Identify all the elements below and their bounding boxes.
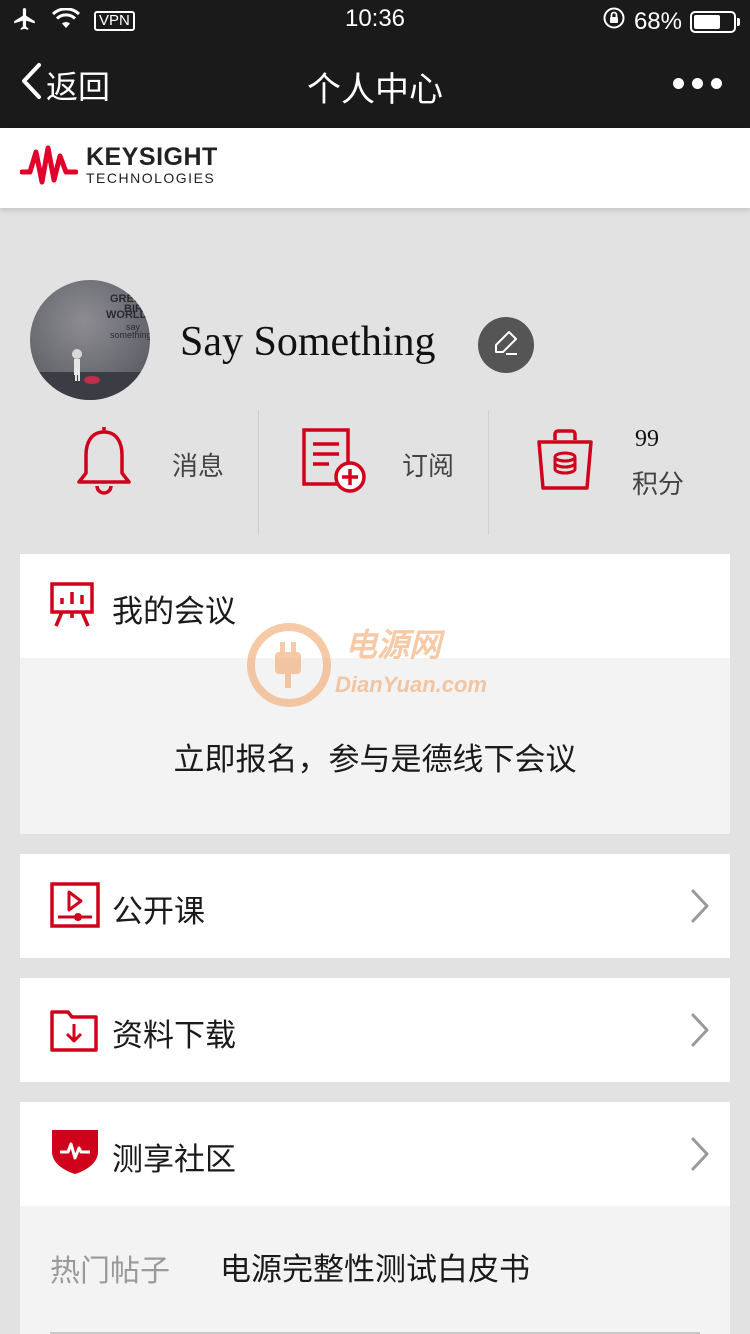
messages-label: 消息: [172, 452, 225, 482]
status-bar: VPN 10:36 68%: [0, 0, 750, 40]
brand-sub: TECHNOLOGIES: [86, 170, 216, 186]
hot-post-label: 热门帖子: [50, 1254, 170, 1289]
course-row[interactable]: 公开课: [20, 854, 730, 958]
page-title: 个人中心: [307, 70, 443, 110]
hot-post-row[interactable]: 热门帖子 电源完整性测试白皮书: [20, 1206, 730, 1334]
edit-profile-button[interactable]: [478, 317, 534, 373]
meeting-cta: 立即报名，参与是德线下会议: [173, 742, 577, 778]
shield-pulse-icon: [50, 1128, 100, 1180]
brand-name: KEYSIGHT: [86, 143, 218, 171]
community-title: 测享社区: [112, 1142, 236, 1178]
battery-icon: [690, 10, 740, 33]
chevron-right-icon: [690, 888, 710, 928]
username: Say Something: [180, 319, 436, 365]
points-label: 积分: [632, 470, 685, 500]
keysight-wave-icon: [20, 145, 78, 185]
download-row[interactable]: 资料下载: [20, 978, 730, 1082]
more-dot: [711, 78, 722, 89]
keysight-logo[interactable]: KEYSIGHT TECHNOLOGIES: [20, 142, 218, 188]
subscriptions-entry[interactable]: 订阅: [259, 410, 488, 535]
presentation-board-icon: [50, 582, 94, 632]
brand-header: KEYSIGHT TECHNOLOGIES: [0, 128, 750, 208]
more-button[interactable]: [673, 78, 722, 89]
community-row[interactable]: 测享社区: [20, 1102, 730, 1206]
subscriptions-label: 订阅: [402, 452, 455, 482]
meeting-signup[interactable]: 立即报名，参与是德线下会议: [20, 658, 730, 834]
nav-bar: 返回 个人中心: [0, 40, 750, 128]
pencil-icon: [491, 328, 521, 362]
download-title: 资料下载: [112, 1018, 236, 1054]
download-card: 资料下载: [20, 978, 730, 1082]
more-dot: [692, 78, 703, 89]
folder-download-icon: [50, 1006, 98, 1056]
video-play-icon: [50, 882, 100, 932]
chevron-right-icon: [690, 1012, 710, 1052]
course-card: 公开课: [20, 854, 730, 958]
community-card: 测享社区 热门帖子 电源完整性测试白皮书: [20, 1102, 730, 1334]
meeting-title: 我的会议: [112, 594, 236, 630]
avatar-figure: [30, 349, 150, 400]
messages-entry[interactable]: 消息: [0, 410, 258, 535]
meeting-header[interactable]: 我的会议: [20, 554, 730, 658]
battery-percent: 68%: [633, 7, 682, 35]
points-entry[interactable]: 99 积分: [489, 410, 750, 535]
chevron-right-icon: [690, 1136, 710, 1176]
more-dot: [673, 78, 684, 89]
avatar[interactable]: GREEN BIRD WORLD say something: [30, 280, 150, 400]
course-title: 公开课: [112, 894, 205, 930]
rotation-lock-icon: [602, 6, 626, 37]
shopping-bag-coins-icon: [535, 426, 595, 496]
points-count: 99: [635, 426, 659, 452]
meeting-card: 我的会议 立即报名，参与是德线下会议: [20, 554, 730, 834]
bell-icon: [74, 426, 134, 500]
hot-post-title: 电源完整性测试白皮书: [220, 1252, 530, 1288]
subscribe-add-icon: [301, 426, 371, 500]
